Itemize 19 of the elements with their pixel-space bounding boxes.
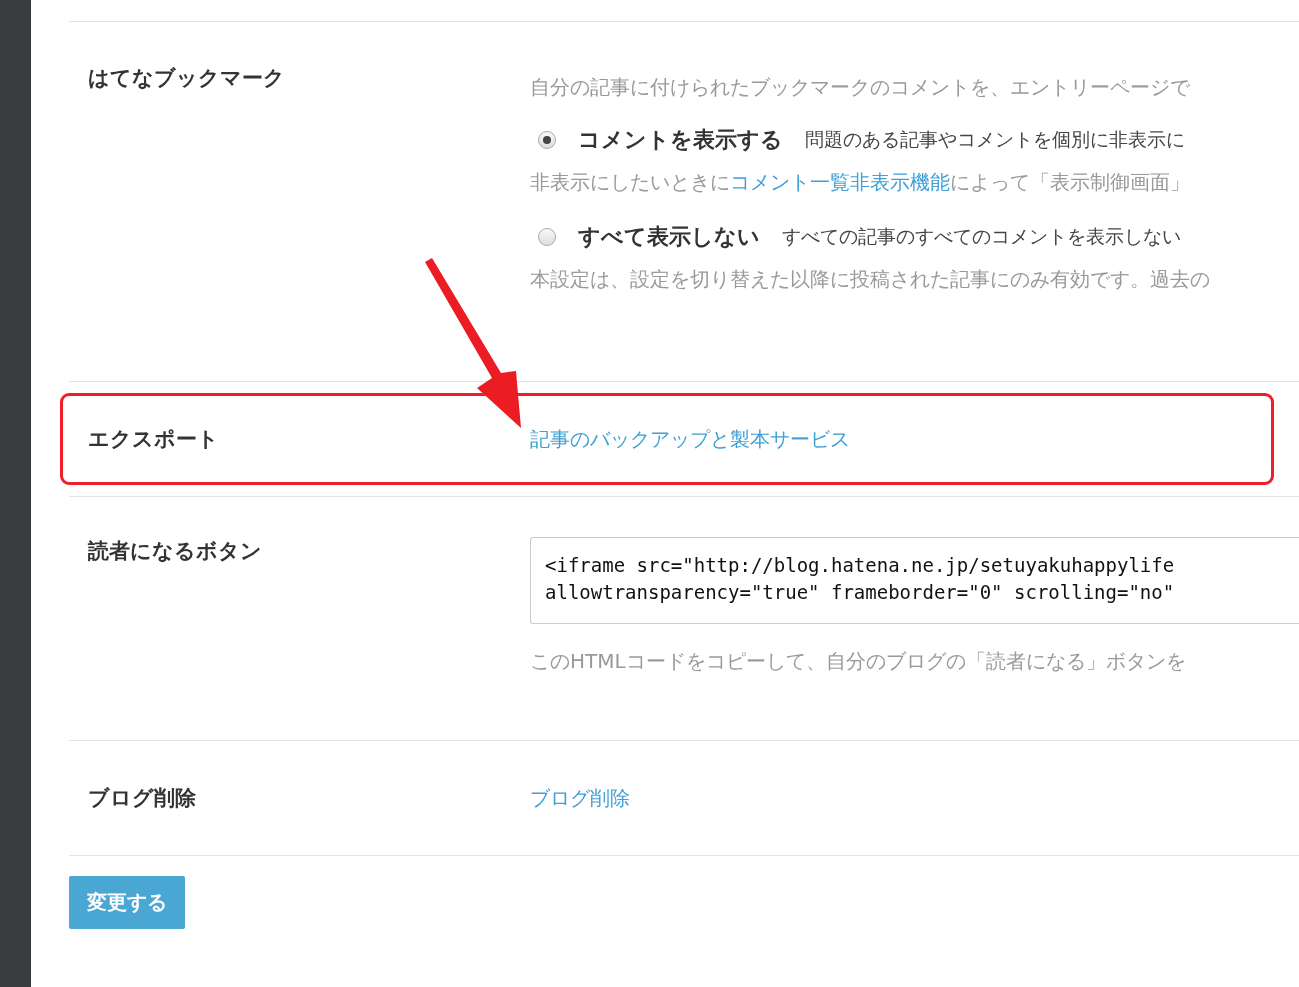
submit-button[interactable]: 変更する <box>69 876 185 929</box>
setting-label: ブログ削除 <box>88 785 196 812</box>
option-note: 非表示にしたいときに コメント一覧非表示機能によって「表示制御画面」 <box>530 169 1191 196</box>
radio-label[interactable]: コメントを表示する <box>578 125 783 155</box>
setting-link[interactable]: 記事のバックアップと製本サービス <box>530 426 850 451</box>
setting-label: エクスポート <box>88 426 219 453</box>
help-text: このHTMLコードをコピーして、自分のブログの「読者になる」ボタンを <box>530 648 1187 675</box>
setting-description: 自分の記事に付けられたブックマークのコメントを、エントリーページで <box>530 74 1191 101</box>
option-description: 問題のある記事やコメントを個別に非表示に <box>805 127 1185 152</box>
setting-label: 読者になるボタン <box>88 538 262 565</box>
setting-note: 本設定は、設定を切り替えた以降に投稿された記事にのみ有効です。過去の <box>530 266 1211 293</box>
setting-link[interactable]: ブログ削除 <box>530 785 630 810</box>
radio-label[interactable]: すべて表示しない <box>578 222 760 252</box>
radio-button[interactable] <box>538 131 556 149</box>
radio-button[interactable] <box>538 228 556 246</box>
hide-comments-link[interactable]: コメント一覧非表示機能 <box>730 170 950 194</box>
code-field[interactable]: <iframe src="http://blog.hatena.ne.jp/setuyakuhappylife allowtransparency="true" frameborder="0" scrolling="no" <box>530 537 1299 624</box>
setting-label: はてなブックマーク <box>88 65 285 92</box>
option-description: すべての記事のすべてのコメントを表示しない <box>782 224 1181 249</box>
